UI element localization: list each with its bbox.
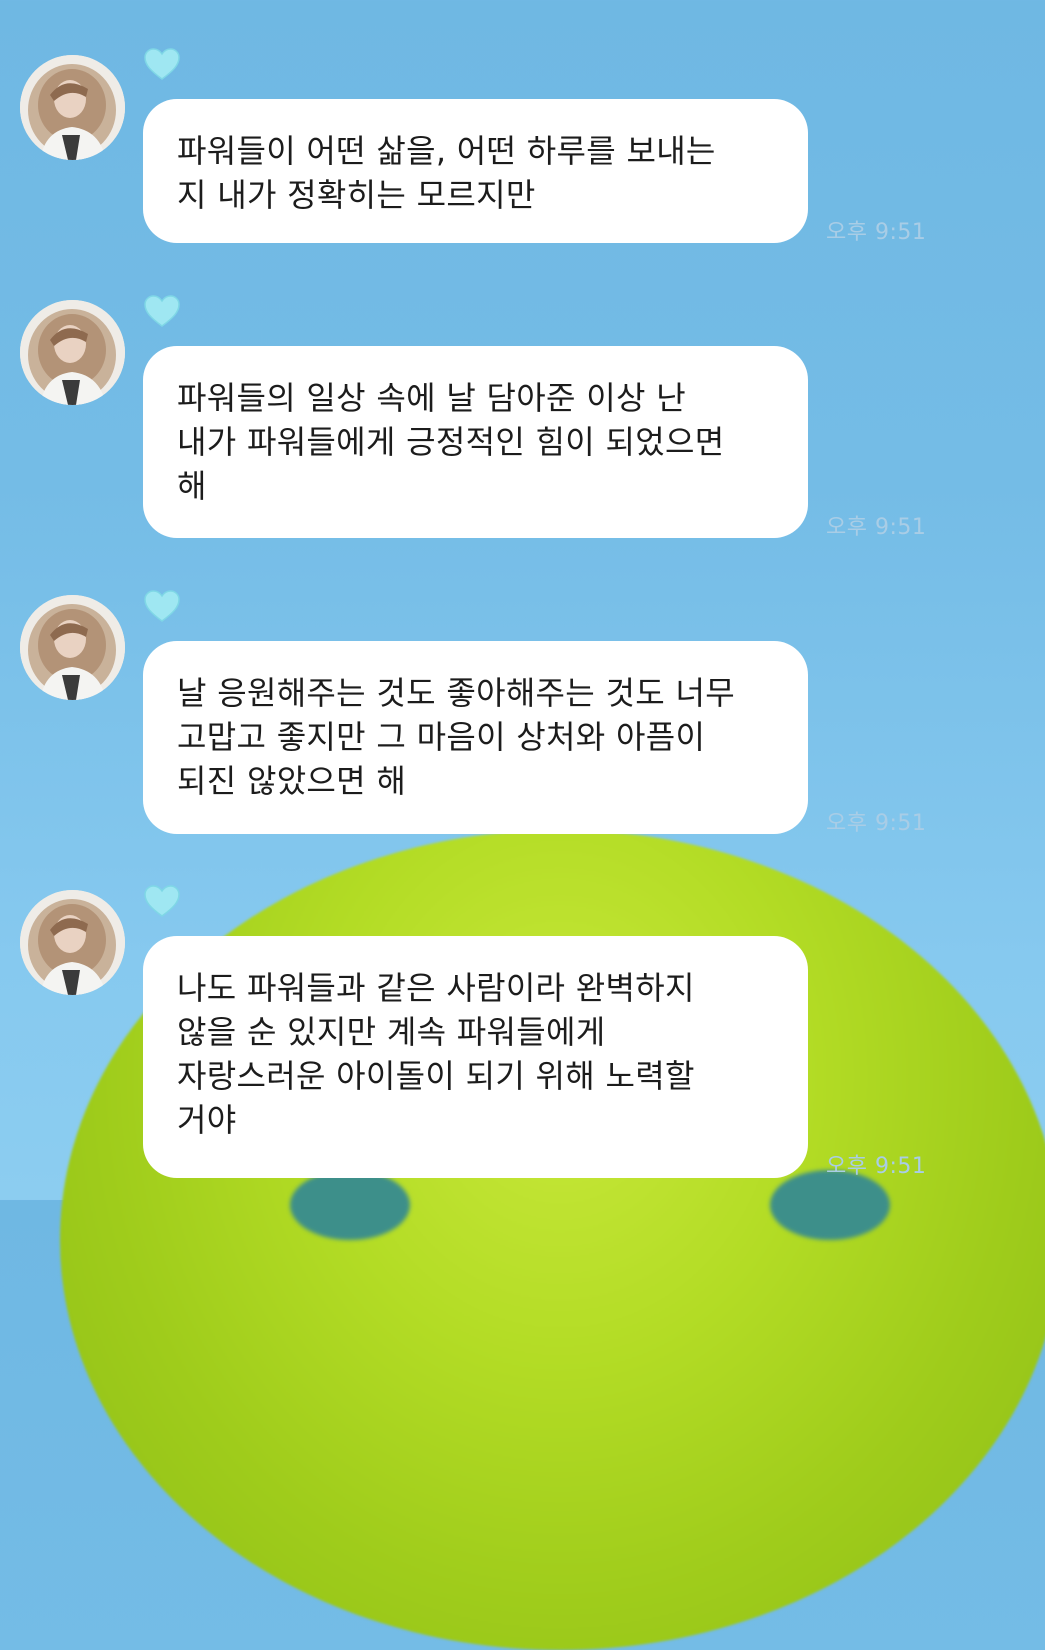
- light-blue-heart-icon: [144, 295, 180, 327]
- light-blue-heart-icon: [144, 48, 180, 80]
- message-bubble[interactable]: 나도 파워들과 같은 사람이라 완벽하지 않을 순 있지만 계속 파워들에게 자…: [143, 936, 808, 1178]
- avatar[interactable]: [20, 55, 125, 160]
- message-bubble[interactable]: 파워들이 어떤 삶을, 어떤 하루를 보내는 지 내가 정확히는 모르지만: [143, 99, 808, 243]
- light-blue-heart-icon: [144, 590, 180, 622]
- background-plush-eye: [770, 1170, 890, 1240]
- message-bubble[interactable]: 날 응원해주는 것도 좋아해주는 것도 너무 고맙고 좋지만 그 마음이 상처와…: [143, 641, 808, 834]
- message-timestamp: 오후 9:51: [826, 1154, 927, 1179]
- background-plush-eye: [290, 1170, 410, 1240]
- chat-screen: 파워들이 어떤 삶을, 어떤 하루를 보내는 지 내가 정확히는 모르지만 오후…: [0, 0, 1045, 1650]
- message-timestamp: 오후 9:51: [826, 515, 927, 540]
- light-blue-heart-icon: [144, 885, 180, 917]
- message-bubble[interactable]: 파워들의 일상 속에 날 담아준 이상 난 내가 파워들에게 긍정적인 힘이 되…: [143, 346, 808, 538]
- avatar[interactable]: [20, 890, 125, 995]
- avatar[interactable]: [20, 595, 125, 700]
- message-timestamp: 오후 9:51: [826, 811, 927, 836]
- message-timestamp: 오후 9:51: [826, 220, 927, 245]
- avatar[interactable]: [20, 300, 125, 405]
